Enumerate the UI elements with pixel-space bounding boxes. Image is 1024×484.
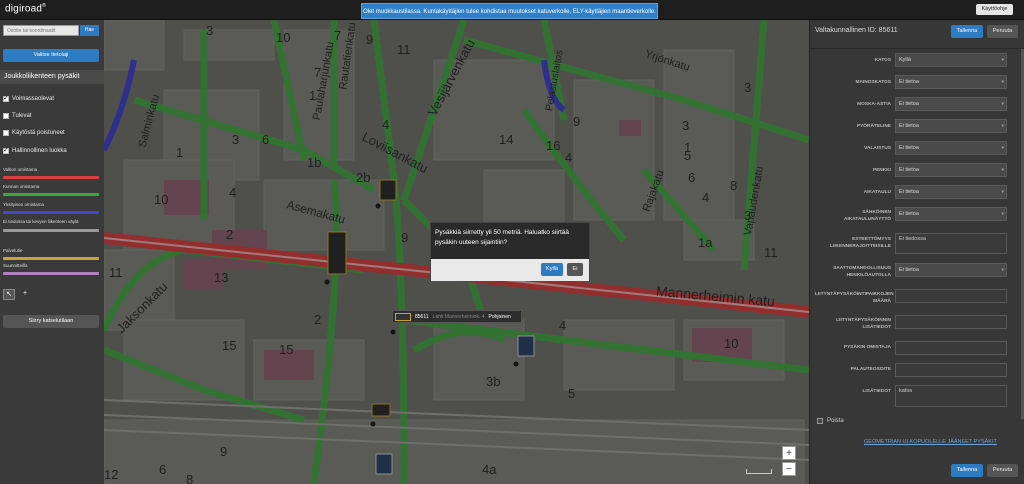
chevron-down-icon: ▾: [1001, 145, 1004, 151]
legend-unknown-label: Ei tiedossa tai kevyen liikenteen väylä: [3, 219, 79, 224]
confirm-no-button[interactable]: Ei: [567, 263, 583, 276]
checkbox-icon[interactable]: [3, 112, 9, 119]
field-label-katos: KATOS: [874, 58, 891, 63]
checkbox-checked-icon[interactable]: [3, 94, 9, 102]
select-tool-icon[interactable]: ↖: [3, 289, 15, 300]
top-bar: digiroad® Olet muokkaustilassa. Kuntakäy…: [0, 0, 1024, 20]
input-omistaja[interactable]: [895, 341, 1007, 355]
delete-checkbox-row[interactable]: Poista: [817, 418, 844, 424]
field-label-valaistus: VALAISTUS: [864, 146, 891, 151]
select-moska-astia[interactable]: Ei tietoa ▾: [895, 97, 1007, 111]
stop-name: Lahti Mannerheimink. 4: [432, 313, 485, 320]
stop-direction: Pohjoinen: [488, 313, 511, 320]
chevron-down-icon: ▾: [1001, 211, 1004, 217]
legend-municipal-bar: [3, 193, 99, 196]
chevron-down-icon: ▾: [1001, 167, 1004, 173]
input-palauteosoite[interactable]: [895, 363, 1007, 377]
field-label-esteettomyys: ESTEETTÖMYYS LIIKENNERAJOITTEISILLE: [829, 237, 891, 249]
user-guide-button[interactable]: Käyttöohje: [976, 4, 1013, 15]
left-sidebar: Osoite tai koordinaatit Hae Valitse tiet…: [0, 20, 104, 484]
checkbox-icon[interactable]: [3, 129, 9, 136]
view-mode-button[interactable]: Siirry katselutilaan: [3, 315, 99, 328]
edit-mode-notice: Olet muokkaustilassa. Kuntakäyttäjien tu…: [361, 3, 658, 19]
app-window: digiroad® Olet muokkaustilassa. Kuntakäy…: [0, 0, 1024, 484]
textarea-lisatiedot[interactable]: katos: [895, 385, 1007, 407]
chevron-down-icon: ▾: [1001, 57, 1004, 63]
save-button-top[interactable]: Tallenna: [951, 25, 983, 38]
move-stop-dialog: Pysäkkiä siirretty yli 50 metriä. Haluat…: [430, 222, 590, 281]
field-label-mainoskatos: MAINOSKATOS: [855, 80, 891, 85]
checkbox-checked-icon[interactable]: [3, 146, 9, 154]
legend-planned-bar: [3, 272, 99, 275]
dialog-message: Pysäkkiä siirretty yli 50 metriä. Haluat…: [435, 229, 570, 246]
panel-divider: [810, 48, 1024, 49]
field-label-palauteosoite: PALAUTEOSOITE: [850, 367, 891, 372]
field-label-aikataulu: AIKATAULU: [863, 190, 891, 195]
select-sahkoinen-aikataulu[interactable]: Ei tietoa ▾: [895, 207, 1007, 221]
legend-planned-label: Suunnitteilla: [3, 263, 28, 268]
digiroad-logo[interactable]: digiroad®: [5, 3, 46, 14]
select-penkki[interactable]: Ei tietoa ▾: [895, 163, 1007, 177]
chevron-down-icon: ▾: [1001, 101, 1004, 107]
field-label-sahkoinen-aikataulu: SÄHKÖINEN AIKATAULUNÄYTTÖ: [844, 210, 891, 222]
input-liityntapysakointipaikat[interactable]: [895, 289, 1007, 303]
select-pyorateline[interactable]: Ei tietoa ▾: [895, 119, 1007, 133]
chevron-down-icon: ▾: [1001, 79, 1004, 85]
select-valaistus[interactable]: Ei tietoa ▾: [895, 141, 1007, 155]
legend-service-bar: [3, 257, 99, 260]
cancel-button-bottom[interactable]: Peruuta: [987, 464, 1018, 477]
field-label-moska-astia: MOSKA-ASTIA: [857, 102, 891, 107]
select-mainoskatos[interactable]: Ei tietoa ▾: [895, 75, 1007, 89]
search-button[interactable]: Hae: [80, 25, 99, 36]
national-id-title: Valtakunnallinen ID: 85611: [815, 27, 898, 34]
select-katos[interactable]: Kyllä ▾: [895, 53, 1007, 67]
filter-removed[interactable]: Käytöstä poistuneet: [3, 128, 65, 137]
stop-id: 85611: [415, 313, 429, 320]
legend-service-label: Palvelutie: [3, 248, 23, 253]
cancel-button-top[interactable]: Peruuta: [987, 25, 1018, 38]
dialog-footer: Kyllä Ei: [431, 259, 589, 281]
bus-stop-icon: [395, 312, 411, 321]
select-aikataulu[interactable]: Ei tietoa ▾: [895, 185, 1007, 199]
add-stop-tool-icon[interactable]: +: [19, 289, 31, 300]
field-label-liityntapysakointi-lisatiedot: LIITYNTÄPYSÄKÖINNIN LISÄTIEDOT: [836, 318, 891, 330]
save-button-bottom[interactable]: Tallenna: [951, 464, 983, 477]
field-label-omistaja: PYSÄKIN OMISTAJA: [843, 345, 891, 350]
address-search-input[interactable]: Osoite tai koordinaatit: [3, 25, 79, 36]
zoom-out-button[interactable]: −: [782, 462, 796, 476]
textarea-esteettomyys[interactable]: Ei tiedossa: [895, 233, 1007, 254]
legend-state-bar: [3, 176, 99, 179]
select-saattomahdollisuus[interactable]: Ei tietoa ▾: [895, 263, 1007, 277]
chevron-down-icon: ▾: [1001, 267, 1004, 273]
filter-current[interactable]: Voimassaolevat: [3, 94, 54, 103]
legend-private-label: Yksityisen omistama: [3, 202, 45, 207]
map-view[interactable]: Mannerheimin katu Loviisankatu Vesijärve…: [104, 20, 809, 484]
field-label-saattomahdollisuus: SAATTOMAHDOLLISUUS HENKILÖAUTOLLA: [833, 266, 891, 278]
map-scale-bar: [746, 469, 772, 474]
confirm-yes-button[interactable]: Kyllä: [541, 263, 563, 276]
chevron-down-icon: ▾: [1001, 123, 1004, 129]
legend-state-label: Valtion omistama: [3, 167, 38, 172]
asset-properties-panel: Valtakunnallinen ID: 85611 Tallenna Peru…: [809, 20, 1024, 484]
field-label-lisatiedot: LISÄTIEDOT: [862, 389, 891, 394]
field-label-pyorateline: PYÖRÄTELINE: [856, 124, 891, 129]
chevron-down-icon: ▾: [1001, 189, 1004, 195]
legend-private-bar: [3, 211, 99, 214]
filter-admin-class[interactable]: Hallinnollinen luokka: [3, 146, 67, 155]
input-liityntapysakointi-lisatiedot[interactable]: [895, 315, 1007, 329]
legend-municipal-label: Kunnan omistama: [3, 184, 40, 189]
field-label-liityntapysakointipaikat: LIITYNTÄPYSÄKÖINTIPAIKKOJEN MÄÄRÄ: [815, 292, 894, 304]
outside-geometry-stops-link[interactable]: GEOMETRIAN ULKOPUOLELLE JÄÄNEET PYSÄKIT: [864, 439, 997, 445]
filter-future[interactable]: Tulevat: [3, 111, 31, 120]
checkbox-icon[interactable]: [817, 418, 823, 424]
selected-stop-label[interactable]: 85611 Lahti Mannerheimink. 4 Pohjoinen: [392, 310, 522, 323]
layer-title: Joukkoliikenteen pysäkit: [0, 70, 104, 84]
legend-unknown-bar: [3, 229, 99, 232]
select-layer-button[interactable]: Valitse tietolaji: [3, 49, 99, 62]
zoom-in-button[interactable]: +: [782, 446, 796, 460]
field-label-penkki: PENKKI: [872, 168, 891, 173]
